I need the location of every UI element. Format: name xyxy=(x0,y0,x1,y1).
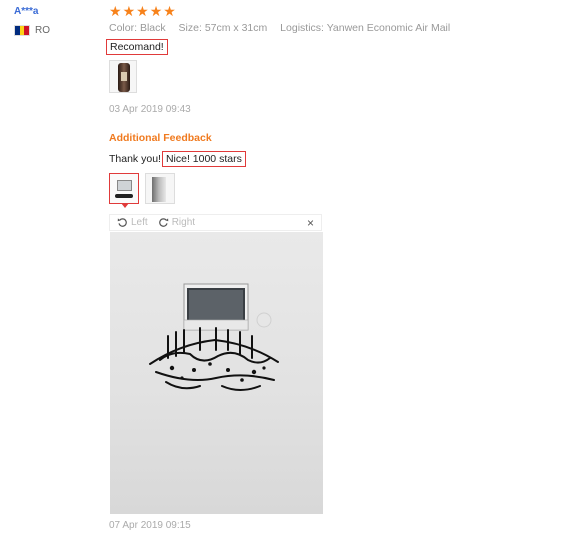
decal-preview-icon xyxy=(115,194,133,198)
additional-feedback-date: 07 Apr 2019 09:15 xyxy=(109,520,191,531)
star-icon: ★ xyxy=(122,3,136,19)
additional-feedback-text: Thank you! Nice! 1000 stars xyxy=(109,151,246,167)
image-viewer-toolbar: Left Right × xyxy=(109,214,322,231)
reviewer-country: RO xyxy=(14,25,50,36)
review-text: Recomand! xyxy=(106,39,168,55)
rotate-right-icon xyxy=(158,218,168,227)
feedback-highlight: Nice! 1000 stars xyxy=(161,151,246,167)
review-photo-thumbnail[interactable] xyxy=(109,60,137,93)
rotate-left-label: Left xyxy=(131,217,148,228)
romania-flag-icon xyxy=(14,25,30,36)
star-icon: ★ xyxy=(136,3,149,19)
door-photo-icon xyxy=(152,177,166,202)
wall-decal-photo xyxy=(149,283,279,391)
country-code: RO xyxy=(35,25,50,36)
size-key: Size: xyxy=(178,22,202,34)
selected-caret-icon xyxy=(121,203,129,208)
rotate-left-icon xyxy=(117,218,127,227)
star-icon: ★ xyxy=(109,3,122,19)
product-photo-icon xyxy=(118,63,130,92)
color-value: Black xyxy=(139,22,166,34)
size-value: 57cm x 31cm xyxy=(204,22,268,34)
feedback-photo-thumbnail[interactable] xyxy=(145,173,175,204)
star-icon: ★ xyxy=(163,3,176,19)
photo-preview-icon xyxy=(117,180,132,191)
enlarged-review-photo xyxy=(110,232,323,514)
logistics-key: Logistics: xyxy=(280,22,324,34)
feedback-photo-thumbnail-selected[interactable] xyxy=(109,173,139,204)
rotate-right-label: Right xyxy=(171,217,196,228)
rotate-left-button[interactable]: Left xyxy=(117,217,148,228)
star-icon: ★ xyxy=(149,3,163,19)
star-rating: ★ ★ ★ ★ ★ xyxy=(109,4,176,18)
close-viewer-icon[interactable]: × xyxy=(307,216,314,230)
order-attributes: Color: Black Size: 57cm x 31cm Logistics… xyxy=(109,22,460,34)
reviewer-name: A***a xyxy=(14,6,39,17)
review-date: 03 Apr 2019 09:43 xyxy=(109,104,191,115)
feedback-prefix: Thank you! xyxy=(109,153,161,165)
rotate-right-button[interactable]: Right xyxy=(158,217,195,228)
color-key: Color: xyxy=(109,22,138,34)
logistics-value: Yanwen Economic Air Mail xyxy=(326,22,451,34)
additional-feedback-title: Additional Feedback xyxy=(109,132,212,144)
